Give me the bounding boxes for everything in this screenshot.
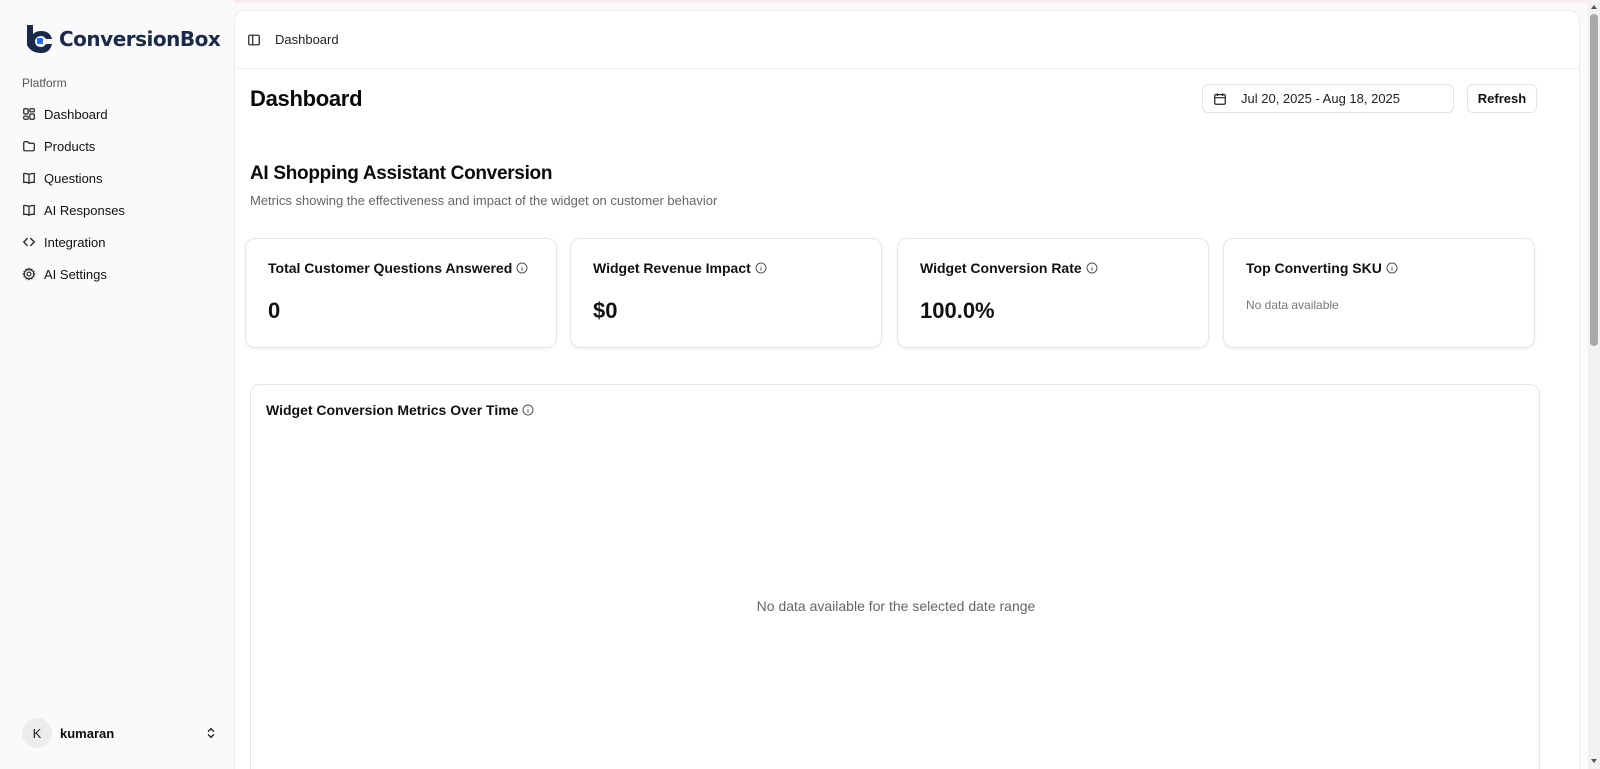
user-name: kumaran: [60, 725, 115, 741]
section-title: AI Shopping Assistant Conversion: [250, 163, 553, 184]
scrollbar[interactable]: [1588, 0, 1600, 769]
page-title: Dashboard: [250, 86, 363, 111]
metric-card-conversion-rate: Widget Conversion Rate 100.0%: [897, 238, 1209, 348]
top-border: [0, 0, 1600, 3]
card-title-wrapper: Total Customer Questions Answered: [268, 260, 528, 276]
scrollbar-thumb[interactable]: [1590, 14, 1598, 346]
sidebar-item-label: AI Settings: [44, 266, 107, 282]
card-value: 100.0%: [920, 298, 995, 323]
book-icon: [23, 172, 35, 184]
sidebar-item-ai-settings[interactable]: AI Settings: [14, 258, 224, 290]
folder-icon: [23, 141, 35, 152]
breadcrumb: Dashboard: [275, 32, 339, 47]
card-title: Widget Revenue Impact: [593, 260, 751, 276]
avatar: K: [22, 718, 52, 748]
logo-icon: [27, 25, 52, 53]
refresh-button[interactable]: Refresh: [1467, 84, 1537, 113]
metric-card-top-sku: Top Converting SKU No data available: [1223, 238, 1535, 348]
info-icon[interactable]: [522, 404, 534, 416]
sidebar-nav: Dashboard Products Questions AI Response…: [14, 98, 224, 290]
sidebar-item-label: Integration: [44, 234, 106, 250]
dashboard-icon: [23, 108, 35, 120]
card-title-wrapper: Widget Revenue Impact: [593, 260, 767, 276]
sidebar-item-label: Products: [44, 138, 96, 154]
chart-title-wrapper: Widget Conversion Metrics Over Time: [266, 402, 534, 418]
info-icon[interactable]: [1386, 262, 1398, 274]
chart-empty-text: No data available for the selected date …: [756, 598, 1036, 614]
section-label-platform: Platform: [22, 76, 67, 90]
user-menu[interactable]: K kumaran: [22, 717, 218, 749]
date-range-picker[interactable]: Jul 20, 2025 - Aug 18, 2025: [1202, 84, 1454, 113]
sidebar-item-label: Questions: [44, 170, 103, 186]
card-value: $0: [593, 298, 618, 323]
sidebar-toggle-icon[interactable]: [247, 33, 261, 47]
info-icon[interactable]: [755, 262, 767, 274]
card-title: Widget Conversion Rate: [920, 260, 1082, 276]
sidebar-item-products[interactable]: Products: [14, 130, 224, 162]
info-icon[interactable]: [1086, 262, 1098, 274]
sidebar-item-ai-responses[interactable]: AI Responses: [14, 194, 224, 226]
main-panel: Dashboard Dashboard Jul 20, 2025 - Aug 1…: [234, 10, 1580, 769]
card-title: Top Converting SKU: [1246, 260, 1382, 276]
card-title: Total Customer Questions Answered: [268, 260, 513, 276]
card-title-wrapper: Widget Conversion Rate: [920, 260, 1098, 276]
date-range-value: Jul 20, 2025 - Aug 18, 2025: [1241, 91, 1401, 106]
metric-card-revenue: Widget Revenue Impact $0: [570, 238, 882, 348]
sidebar-item-questions[interactable]: Questions: [14, 162, 224, 194]
logo[interactable]: ConversionBox: [22, 22, 221, 56]
card-empty-text: No data available: [1246, 298, 1339, 312]
metric-card-questions: Total Customer Questions Answered 0: [245, 238, 557, 348]
sidebar-item-label: Dashboard: [44, 106, 108, 122]
chart-title: Widget Conversion Metrics Over Time: [266, 402, 519, 418]
chevron-up-down-icon: [207, 727, 215, 739]
sidebar-item-dashboard[interactable]: Dashboard: [14, 98, 224, 130]
section-description: Metrics showing the effectiveness and im…: [250, 193, 718, 208]
gear-icon: [22, 267, 36, 281]
card-value: 0: [268, 298, 281, 323]
topbar: Dashboard: [235, 11, 1579, 69]
sidebar: ConversionBox Platform Dashboard Product…: [0, 0, 234, 769]
code-icon: [23, 237, 35, 247]
logo-text: ConversionBox: [59, 27, 221, 51]
scroll-down-arrow-icon[interactable]: [1590, 757, 1598, 765]
calendar-icon: [1214, 92, 1226, 105]
sidebar-item-label: AI Responses: [44, 202, 125, 218]
scroll-up-arrow-icon[interactable]: [1590, 3, 1598, 11]
chart-card: Widget Conversion Metrics Over Time No d…: [250, 384, 1540, 769]
info-icon[interactable]: [516, 262, 528, 274]
sidebar-item-integration[interactable]: Integration: [14, 226, 224, 258]
card-title-wrapper: Top Converting SKU: [1246, 260, 1398, 276]
book-icon: [23, 204, 35, 216]
